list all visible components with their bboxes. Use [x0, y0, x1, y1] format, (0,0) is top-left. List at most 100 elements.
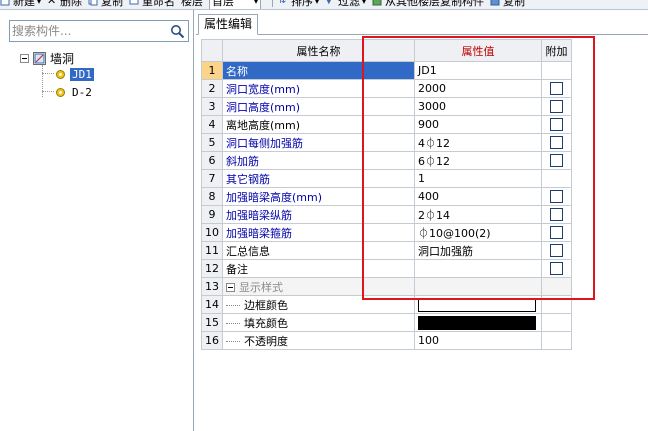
- property-value[interactable]: 2⏀14: [414, 205, 542, 224]
- table-row[interactable]: 5 洞口每侧加强筋 4⏀12: [201, 133, 572, 152]
- rename-icon: [129, 0, 139, 5]
- extra-checkbox[interactable]: [550, 100, 563, 114]
- table-row[interactable]: 15 填充颜色: [201, 313, 572, 332]
- search-input[interactable]: [12, 23, 162, 39]
- property-name[interactable]: 加强暗梁纵筋: [222, 205, 415, 224]
- property-name[interactable]: 名称: [222, 61, 415, 80]
- tree-item-label: D-2: [72, 85, 92, 99]
- search-icon[interactable]: [170, 24, 185, 39]
- property-value[interactable]: 900: [414, 115, 542, 134]
- property-name[interactable]: 备注: [222, 259, 415, 278]
- sort-button[interactable]: ⇅ 排序 ▾: [278, 0, 319, 9]
- property-value[interactable]: 3000: [414, 97, 542, 116]
- extra-checkbox[interactable]: [550, 262, 563, 276]
- table-row[interactable]: 14 边框颜色: [201, 295, 572, 314]
- extra-checkbox[interactable]: [550, 244, 563, 258]
- border-color-swatch[interactable]: [418, 297, 536, 312]
- table-row[interactable]: 4 离地高度(mm) 900: [201, 115, 572, 134]
- property-name[interactable]: 斜加筋: [222, 151, 415, 170]
- table-row[interactable]: 1 名称 JD1: [201, 61, 572, 80]
- extra-checkbox[interactable]: [550, 226, 563, 240]
- filter-button-label: 过滤: [338, 0, 361, 8]
- table-row[interactable]: 13 显示样式: [201, 277, 572, 296]
- row-index: 15: [201, 313, 223, 332]
- extra-cell: [541, 205, 572, 224]
- property-name[interactable]: 离地高度(mm): [222, 115, 415, 134]
- delete-icon: ✕: [47, 0, 57, 7]
- floor-label-text: 楼层: [181, 0, 204, 8]
- property-value[interactable]: [414, 295, 542, 314]
- tree-node-wall-opening[interactable]: 墙洞: [20, 50, 74, 66]
- table-row[interactable]: 12 备注: [201, 259, 572, 278]
- tab-property-edit[interactable]: 属性编辑: [198, 14, 259, 35]
- property-name[interactable]: 洞口高度(mm): [222, 97, 415, 116]
- property-name[interactable]: 加强暗梁箍筋: [222, 223, 415, 242]
- table-row[interactable]: 7 其它钢筋 1: [201, 169, 572, 188]
- property-value[interactable]: 2000: [414, 79, 542, 98]
- copy-to-button[interactable]: 复制: [490, 0, 525, 9]
- table-row[interactable]: 10 加强暗梁箍筋 ⏀10@100(2): [201, 223, 572, 242]
- table-row[interactable]: 16 不透明度 100: [201, 331, 572, 350]
- extra-cell: [541, 259, 572, 278]
- property-value[interactable]: 4⏀12: [414, 133, 542, 152]
- floor-select[interactable]: 首层 ▾: [209, 0, 262, 9]
- property-name[interactable]: 汇总信息: [222, 241, 415, 260]
- table-row[interactable]: 9 加强暗梁纵筋 2⏀14: [201, 205, 572, 224]
- table-row[interactable]: 2 洞口宽度(mm) 2000: [201, 79, 572, 98]
- property-value[interactable]: 洞口加强筋: [414, 241, 542, 260]
- property-name[interactable]: 其它钢筋: [222, 169, 415, 188]
- header-property-name[interactable]: 属性名称: [222, 39, 415, 62]
- extra-checkbox[interactable]: [550, 82, 563, 96]
- property-value[interactable]: [414, 259, 542, 278]
- property-value[interactable]: ⏀10@100(2): [414, 223, 542, 242]
- filter-button[interactable]: ▼ 过滤 ▾: [325, 0, 366, 9]
- chevron-down-icon: ▾: [254, 0, 259, 6]
- rename-button[interactable]: 重命名: [129, 0, 175, 9]
- property-value[interactable]: 400: [414, 187, 542, 206]
- property-name[interactable]: 洞口每侧加强筋: [222, 133, 415, 152]
- table-row[interactable]: 3 洞口高度(mm) 3000: [201, 97, 572, 116]
- row-index: 7: [201, 169, 223, 188]
- property-name[interactable]: 不透明度: [222, 331, 415, 350]
- tab-bar: 属性编辑: [196, 14, 648, 35]
- toolbar-divider: [272, 0, 274, 7]
- property-name[interactable]: 洞口宽度(mm): [222, 79, 415, 98]
- property-value[interactable]: [414, 313, 542, 332]
- table-row[interactable]: 6 斜加筋 6⏀12: [201, 151, 572, 170]
- chevron-down-icon: ▾: [315, 0, 320, 6]
- tree-item-jd1[interactable]: JD1: [55, 66, 94, 82]
- copy-button[interactable]: 复制: [88, 0, 123, 9]
- copy-to-icon: [490, 0, 500, 6]
- delete-button[interactable]: ✕ 删除: [47, 0, 82, 9]
- property-name-text: 填充颜色: [244, 316, 288, 330]
- extra-checkbox[interactable]: [550, 190, 563, 204]
- search-box[interactable]: [9, 20, 189, 42]
- property-name[interactable]: 边框颜色: [222, 295, 415, 314]
- new-button[interactable]: 新建 ▾: [0, 0, 41, 9]
- property-name[interactable]: 加强暗梁高度(mm): [222, 187, 415, 206]
- property-value[interactable]: 6⏀12: [414, 151, 542, 170]
- extra-checkbox[interactable]: [550, 136, 563, 150]
- collapse-toggle[interactable]: [20, 53, 29, 63]
- extra-cell: [541, 187, 572, 206]
- chevron-down-icon: ▾: [37, 0, 42, 6]
- table-row[interactable]: 11 汇总信息 洞口加强筋: [201, 241, 572, 260]
- tree-item-d2[interactable]: D-2: [55, 84, 94, 100]
- component-list-panel: 墙洞 JD1 D-2: [0, 10, 194, 431]
- header-property-value[interactable]: 属性值: [414, 39, 542, 62]
- extra-checkbox[interactable]: [550, 154, 563, 168]
- header-extra[interactable]: 附加: [541, 39, 572, 62]
- copy-from-floor-label: 从其他楼层复制构件: [385, 0, 485, 8]
- property-value[interactable]: 100: [414, 331, 542, 350]
- property-name-text: 边框颜色: [244, 298, 288, 312]
- collapse-toggle[interactable]: [226, 283, 235, 292]
- property-value[interactable]: 1: [414, 169, 542, 188]
- extra-checkbox[interactable]: [550, 208, 563, 222]
- fill-color-swatch[interactable]: [418, 315, 536, 330]
- copy-from-floor-button[interactable]: 从其他楼层复制构件: [372, 0, 484, 9]
- property-value[interactable]: JD1: [414, 61, 542, 80]
- table-row[interactable]: 8 加强暗梁高度(mm) 400: [201, 187, 572, 206]
- property-name[interactable]: 填充颜色: [222, 313, 415, 332]
- extra-checkbox[interactable]: [550, 118, 563, 132]
- group-header[interactable]: 显示样式: [222, 277, 415, 296]
